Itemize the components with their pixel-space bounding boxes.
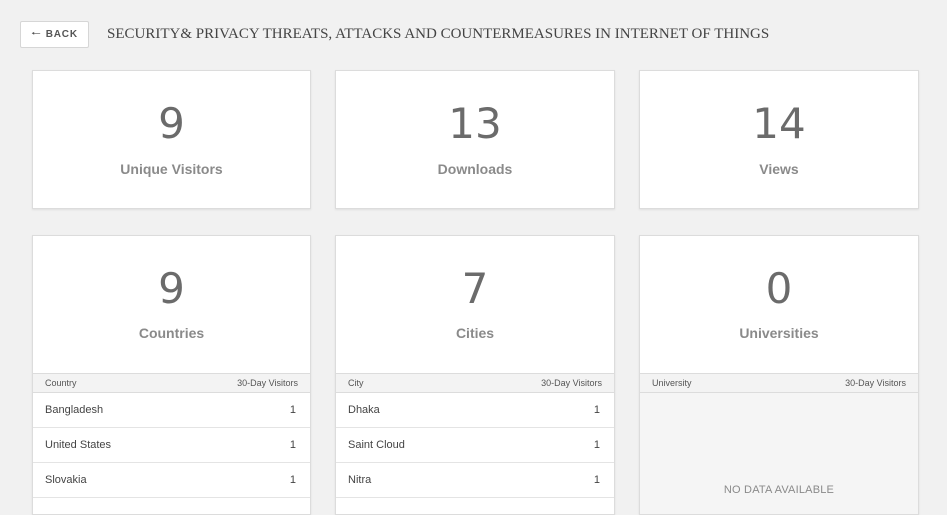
visitor-count: 1 — [593, 474, 600, 486]
arrow-left-icon: 🠐 — [31, 28, 41, 40]
downloads-label: Downloads — [437, 161, 513, 177]
city-name: Saint Cloud — [348, 439, 405, 451]
visitor-count: 1 — [289, 439, 296, 451]
table-row: Saint Cloud 1 — [336, 428, 614, 463]
page-title: SECURITY& PRIVACY THREATS, ATTACKS AND C… — [107, 26, 770, 42]
visitor-count: 1 — [593, 439, 600, 451]
cities-table: Dhaka 1 Saint Cloud 1 Nitra 1 — [336, 393, 614, 498]
unique-visitors-count: 9 — [158, 99, 185, 148]
views-card: 14 Views — [639, 70, 919, 209]
city-name: Dhaka — [348, 404, 380, 416]
countries-card: 9 Countries Country 30-Day Visitors Bang… — [32, 235, 311, 515]
downloads-card: 13 Downloads — [335, 70, 615, 209]
table-row: United States 1 — [33, 428, 310, 463]
table-row: Dhaka 1 — [336, 393, 614, 428]
unique-visitors-label: Unique Visitors — [120, 161, 223, 177]
visitor-count: 1 — [593, 404, 600, 416]
back-button[interactable]: 🠐 BACK — [20, 21, 89, 48]
visitors-column-header: 30-Day Visitors — [541, 378, 602, 388]
universities-card: 0 Universities University 30-Day Visitor… — [639, 235, 919, 515]
country-name: Bangladesh — [45, 404, 104, 416]
table-row: Slovakia 1 — [33, 463, 310, 498]
cities-card: 7 Cities City 30-Day Visitors Dhaka 1 Sa… — [335, 235, 615, 515]
views-label: Views — [759, 161, 799, 177]
cities-count: 7 — [461, 264, 489, 313]
universities-label: Universities — [739, 325, 819, 341]
countries-count: 9 — [158, 264, 185, 313]
countries-table-header: Country 30-Day Visitors — [33, 373, 310, 393]
back-label: BACK — [45, 29, 78, 40]
visitor-count: 1 — [289, 404, 296, 416]
country-column-header: Country — [45, 378, 77, 388]
countries-label: Countries — [138, 325, 205, 341]
city-name: Nitra — [348, 474, 372, 486]
universities-count: 0 — [765, 264, 793, 313]
universities-table-header: University 30-Day Visitors — [640, 373, 918, 393]
city-column-header: City — [348, 378, 364, 388]
unique-visitors-card: 9 Unique Visitors — [32, 70, 311, 209]
visitors-column-header: 30-Day Visitors — [845, 378, 906, 388]
table-row: Nitra 1 — [336, 463, 614, 498]
country-name: Slovakia — [45, 474, 87, 486]
views-count: 14 — [752, 99, 806, 148]
country-name: United States — [45, 439, 112, 451]
cities-label: Cities — [455, 325, 495, 341]
visitors-column-header: 30-Day Visitors — [237, 378, 298, 388]
table-row: Bangladesh 1 — [33, 393, 310, 428]
university-column-header: University — [652, 378, 692, 388]
countries-table: Bangladesh 1 United States 1 Slovakia 1 — [33, 393, 310, 498]
cities-table-header: City 30-Day Visitors — [336, 373, 614, 393]
downloads-count: 13 — [448, 99, 502, 148]
visitor-count: 1 — [289, 474, 296, 486]
no-data-message: NO DATA AVAILABLE — [723, 484, 835, 496]
